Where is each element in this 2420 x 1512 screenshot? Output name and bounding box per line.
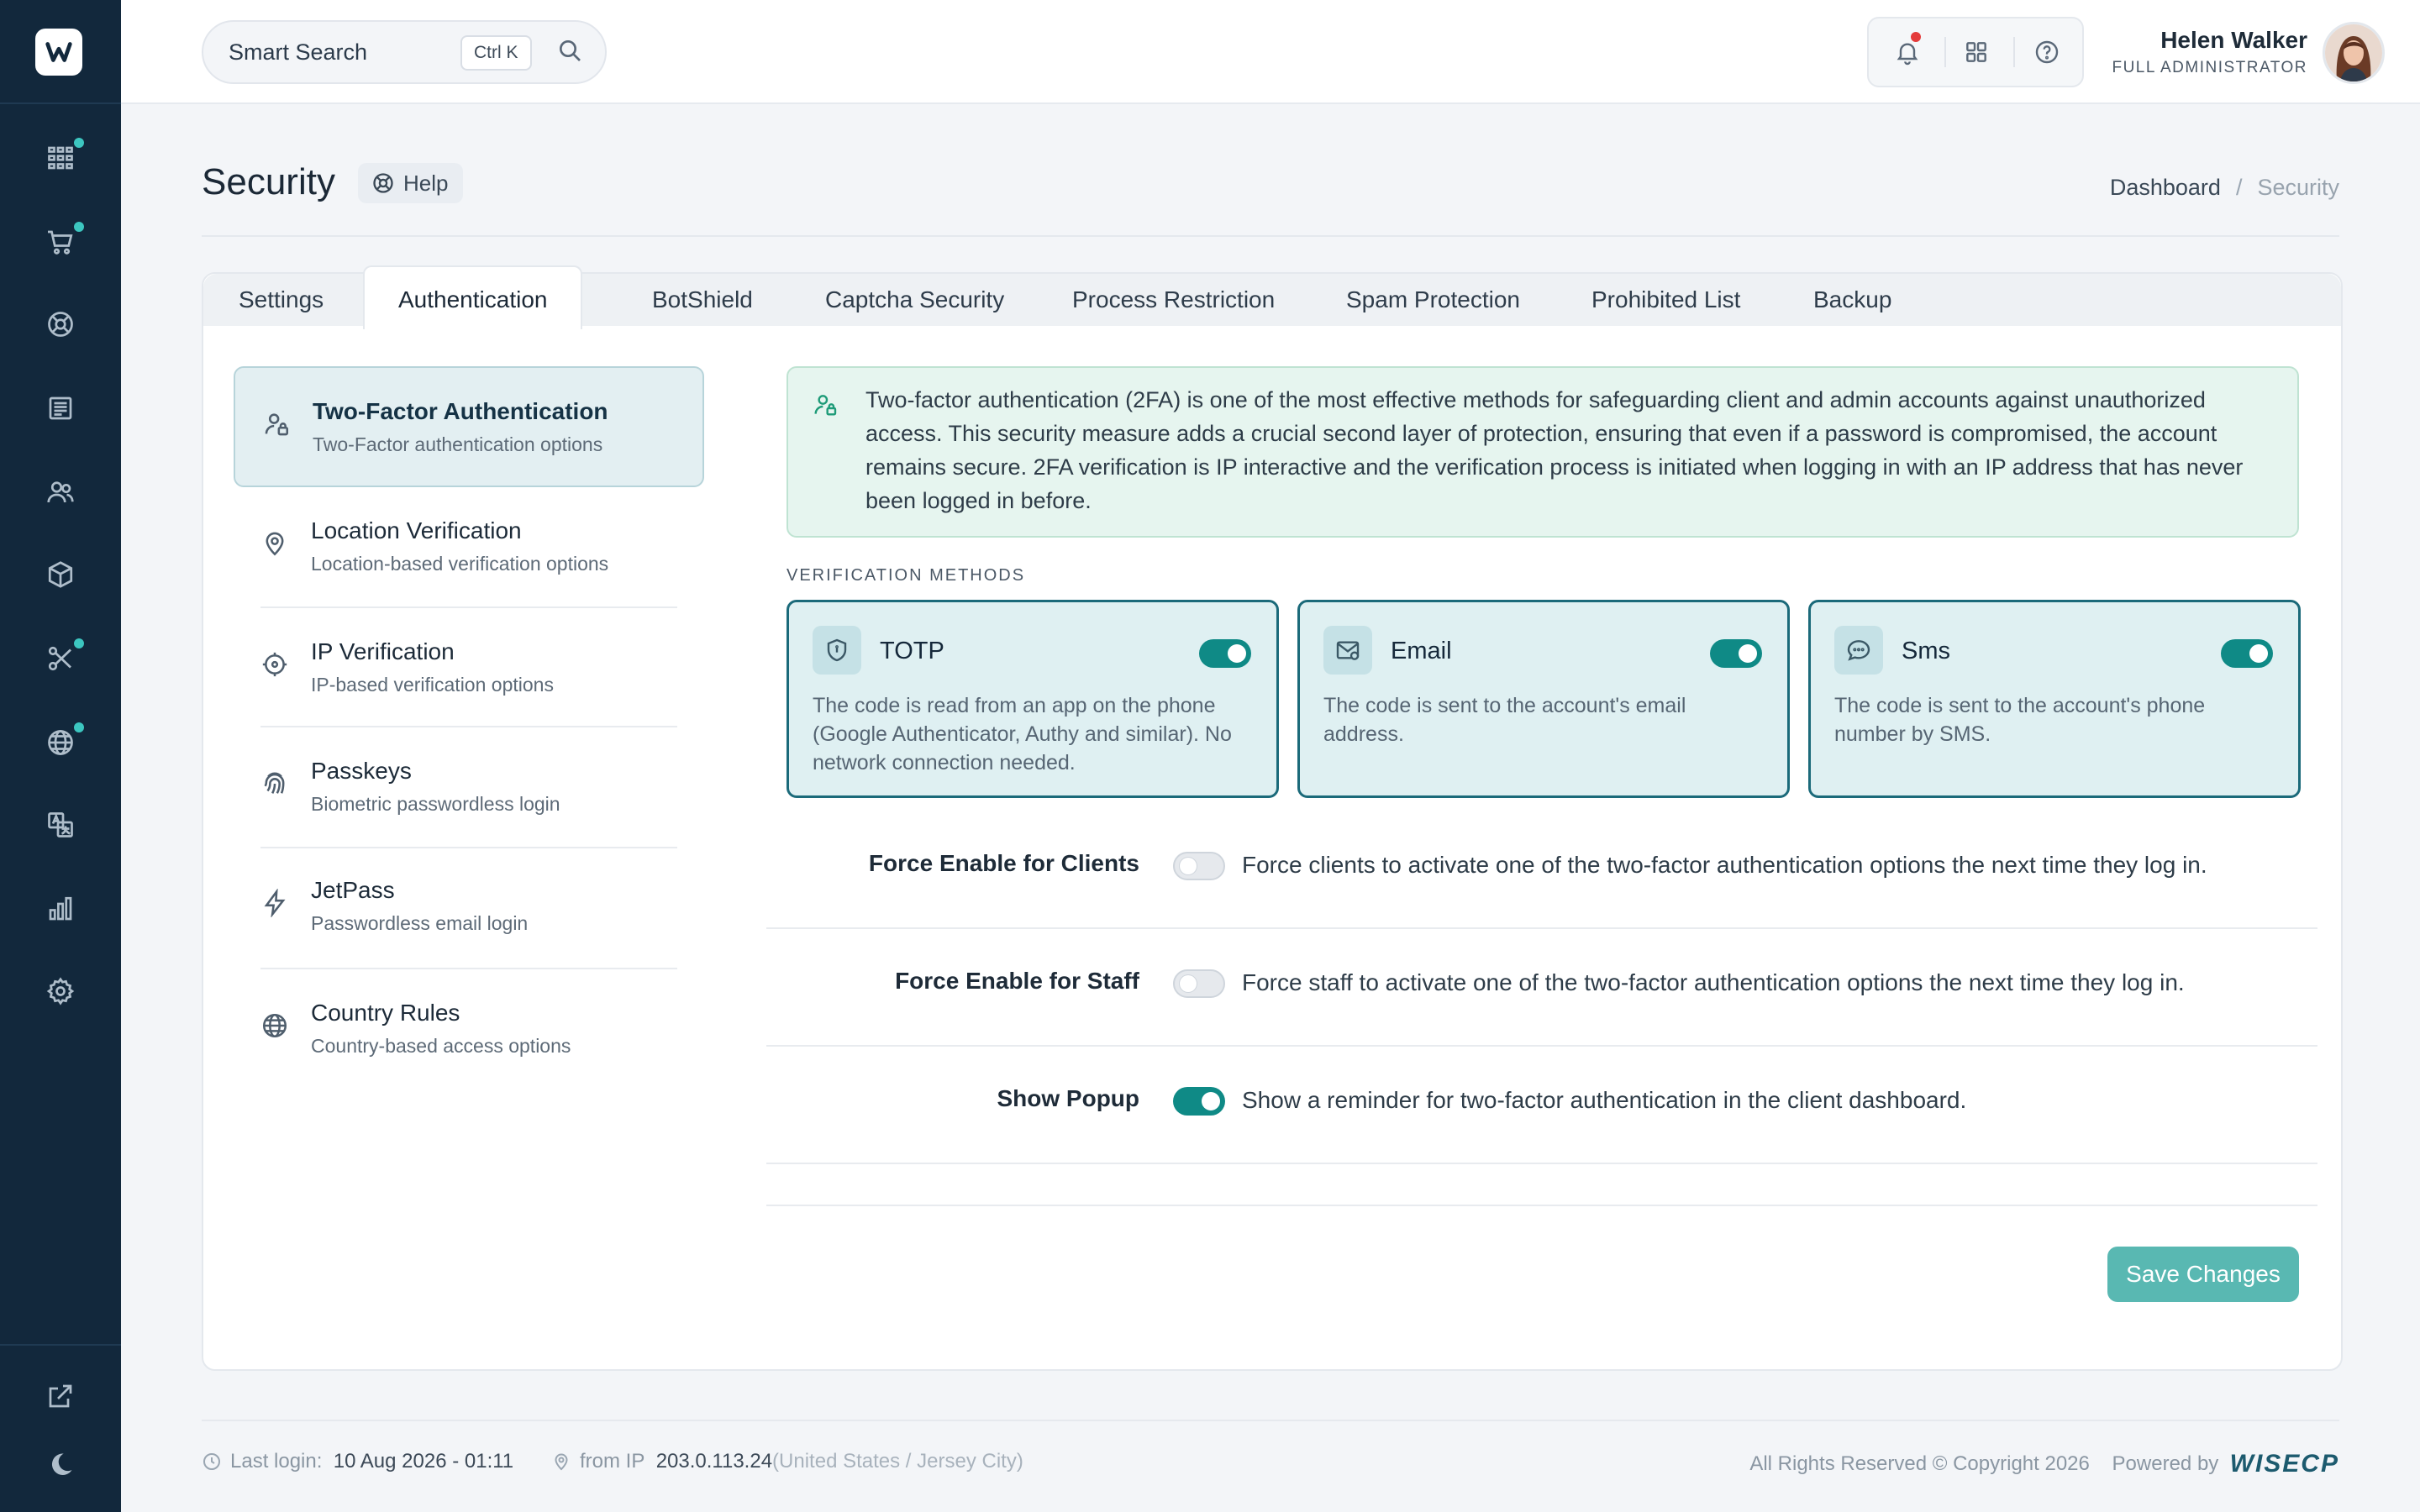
topbar: Ctrl K Helen Walker FULL ADMINISTRATOR [121,0,2420,104]
breadcrumb-current: Security [2257,175,2339,200]
sidebar-domains-icon[interactable] [37,719,84,766]
user-lock-icon [262,410,294,442]
footer-copyright: All Rights Reserved © Copyright 2026 Pow… [1749,1450,2339,1478]
method-title: Email [1391,638,1452,664]
tab-captcha-security[interactable]: Captcha Security [792,274,1038,326]
crosshair-icon [260,650,292,682]
globe-icon [260,1011,292,1043]
location-pin-icon [551,1452,571,1478]
menu-passkeys[interactable]: Passkeys Biometric passwordless login [234,727,704,845]
app-logo[interactable] [35,29,82,76]
method-card-sms: Sms The code is sent to the account's ph… [1808,600,2301,798]
menu-country-rules[interactable]: Country Rules Country-based access optio… [234,969,704,1087]
tab-bar: Settings Authentication BotShield Captch… [203,265,2341,329]
method-desc: The code is sent to the account's phone … [1834,694,2206,746]
topbar-tools [1867,17,2084,87]
two-factor-info-box: Two-factor authentication (2FA) is one o… [786,366,2299,538]
sidebar-language-icon[interactable] [37,801,84,848]
menu-two-factor-authentication[interactable]: Two-Factor Authentication Two-Factor aut… [234,366,704,487]
method-title: Sms [1902,638,1950,664]
logo-w-icon [45,42,72,62]
sidebar-support-icon[interactable] [37,301,84,348]
show-popup-label: Show Popup [997,1085,1139,1111]
force-staff-label: Force Enable for Staff [895,968,1139,994]
clock-icon [202,1452,222,1478]
force-clients-label: Force Enable for Clients [868,850,1139,876]
sidebar-users-icon[interactable] [37,469,84,516]
menu-jetpass[interactable]: JetPass Passwordless email login [234,847,704,964]
security-card: Settings Authentication BotShield Captch… [202,265,2343,1371]
help-label: Help [403,170,449,196]
sidebar-reports-icon[interactable] [37,885,84,932]
user-lock-icon [812,391,840,420]
tab-backup[interactable]: Backup [1780,274,1925,326]
tab-settings[interactable]: Settings [205,274,357,326]
dark-mode-icon[interactable] [37,1441,84,1488]
search-input[interactable] [229,22,455,82]
show-popup-desc: Show a reminder for two-factor authentic… [1242,1087,1967,1113]
footer-ip: from IP 203.0.113.24(United States / Jer… [551,1450,1023,1478]
apps-grid-icon[interactable] [1958,34,1995,71]
sidebar-settings-icon[interactable] [37,968,84,1015]
wisecp-brand[interactable]: WISECP [2230,1450,2339,1478]
lifebuoy-icon [373,173,393,193]
info-text: Two-factor authentication (2FA) is one o… [865,387,2244,513]
email-toggle[interactable] [1710,639,1762,668]
force-clients-toggle[interactable] [1173,852,1225,880]
help-circle-icon[interactable] [2028,34,2065,71]
tab-spam-protection[interactable]: Spam Protection [1313,274,1554,326]
lightning-icon [260,888,292,921]
breadcrumb: Dashboard / Security [2109,175,2339,200]
chat-bubble-icon [1834,626,1883,675]
force-clients-desc: Force clients to activate one of the two… [1242,852,2207,878]
external-link-icon[interactable] [37,1373,84,1420]
sidebar-cart-icon[interactable] [37,218,84,265]
sidebar [0,0,121,1512]
user-role: FULL ADMINISTRATOR [2112,59,2307,76]
show-popup-toggle[interactable] [1173,1087,1225,1116]
sidebar-invoices-icon[interactable] [37,385,84,432]
envelope-icon [1323,626,1372,675]
sms-toggle[interactable] [2221,639,2273,668]
footer-last-login: Last login: 10 Aug 2026 - 01:11 [202,1450,513,1478]
sidebar-products-icon[interactable] [37,551,84,598]
save-changes-button[interactable]: Save Changes [2107,1247,2299,1302]
page-title: Security [202,161,335,202]
verification-methods-label: VERIFICATION METHODS [786,566,1026,585]
totp-toggle[interactable] [1199,639,1251,668]
method-title: TOTP [880,638,944,664]
help-button[interactable]: Help [358,163,464,203]
sidebar-tools-icon[interactable] [37,635,84,682]
tab-process-restriction[interactable]: Process Restriction [1039,274,1308,326]
tab-authentication[interactable]: Authentication [363,265,583,329]
method-desc: The code is read from an app on the phon… [813,694,1232,774]
sidebar-dashboard-icon[interactable] [37,134,84,181]
avatar[interactable] [2323,22,2385,84]
force-staff-toggle[interactable] [1173,969,1225,998]
method-card-totp: TOTP The code is read from an app on the… [786,600,1279,798]
tab-prohibited-list[interactable]: Prohibited List [1558,274,1774,326]
notification-dot [1911,32,1921,42]
smart-search: Ctrl K [202,20,607,84]
menu-ip-verification[interactable]: IP Verification IP-based verification op… [234,608,704,726]
method-card-email: Email The code is sent to the account's … [1297,600,1790,798]
breadcrumb-dashboard[interactable]: Dashboard [2110,175,2221,200]
search-shortcut: Ctrl K [460,35,532,71]
user-name[interactable]: Helen Walker [2160,27,2307,54]
force-staff-desc: Force staff to activate one of the two-f… [1242,969,2185,995]
method-desc: The code is sent to the account's email … [1323,694,1686,746]
tab-botshield[interactable]: BotShield [618,274,786,326]
location-pin-icon [260,529,292,561]
menu-location-verification[interactable]: Location Verification Location-based ver… [234,487,704,605]
fingerprint-icon [260,769,292,801]
search-icon[interactable] [556,37,587,67]
shield-icon [813,626,861,675]
